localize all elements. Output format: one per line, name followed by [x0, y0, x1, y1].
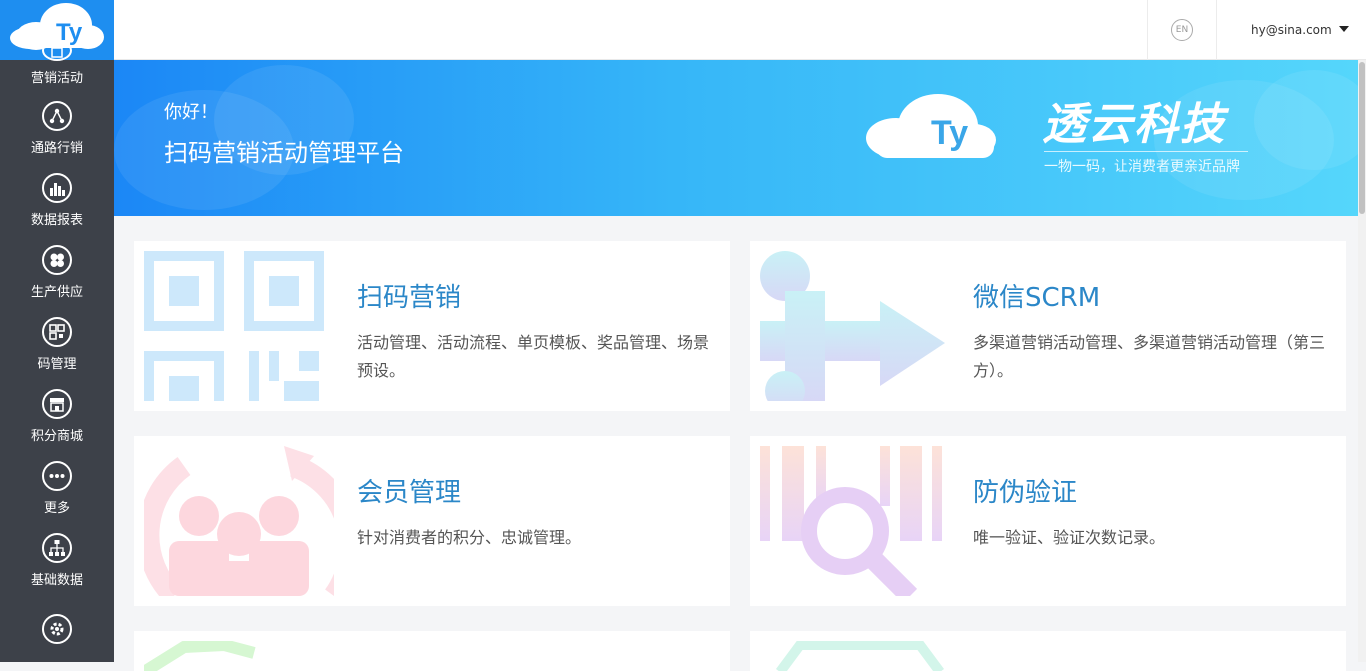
- sidebar-item-label: 营销活动: [30, 71, 83, 86]
- arrow-flow-icon: [760, 251, 945, 401]
- card-description: 多渠道营销活动管理、多渠道营销活动管理（第三方）。: [973, 333, 1326, 380]
- card-partial-right[interactable]: [750, 631, 1346, 671]
- card-title: 微信SCRM: [973, 283, 1101, 313]
- sidebar-item-base-data[interactable]: 基础数据: [0, 524, 114, 596]
- user-menu[interactable]: hy@sina.com: [1251, 0, 1332, 60]
- card-wechat-scrm[interactable]: 微信SCRM 多渠道营销活动管理、多渠道营销活动管理（第三方）。: [750, 241, 1346, 411]
- card-title: 扫码营销: [357, 283, 462, 313]
- sidebar-item-label: 通路行销: [30, 140, 83, 156]
- sidebar-item-label: 更多: [43, 500, 70, 516]
- card-partial-left[interactable]: [134, 631, 730, 671]
- sidebar-item-supply[interactable]: 生产供应: [0, 236, 114, 308]
- more-dots-icon: [42, 460, 72, 491]
- sidebar-item-reports[interactable]: 数据报表: [0, 164, 114, 236]
- chevron-down-icon[interactable]: [1339, 26, 1349, 32]
- members-icon: [144, 446, 334, 596]
- barcode-search-icon: [760, 446, 942, 596]
- sidebar-item-label: 基础数据: [30, 572, 83, 588]
- qrcode-icon: [42, 316, 72, 347]
- brand-slogan: 一物一码，让消费者更亲近品牌: [1044, 151, 1248, 176]
- sidebar-item-more[interactable]: 更多: [0, 452, 114, 524]
- sidebar-item-mall[interactable]: 积分商城: [0, 380, 114, 452]
- brand-name: 透云科技: [1042, 99, 1226, 150]
- welcome-banner: 你好！ 扫码营销活动管理平台 Ty 透云科技 一物一码，让消费者更亲近品牌: [114, 60, 1358, 216]
- bar-chart-icon: [42, 172, 72, 203]
- language-switch[interactable]: EN: [1147, 0, 1217, 60]
- store-icon: [42, 388, 72, 419]
- sidebar-item-label: 数据报表: [30, 212, 83, 228]
- sidebar-item-label: 码管理: [37, 356, 77, 372]
- sidebar-item-channel[interactable]: 通路行销: [0, 92, 114, 164]
- gear-icon: [42, 614, 72, 644]
- sidebar-item-label: 生产供应: [30, 284, 83, 300]
- card-description: 活动管理、活动流程、单页模板、奖品管理、场景预设。: [357, 333, 710, 380]
- sidebar-item-marketing[interactable]: 营销活动: [0, 40, 114, 92]
- supply-icon: [42, 244, 72, 275]
- card-description: 唯一验证、验证次数记录。: [973, 528, 1166, 547]
- scrollbar-thumb[interactable]: [1359, 62, 1365, 214]
- sidebar: Ty 营销活动 通路行销 数据报表 生产供应 码管理 积分商城 更多 基础数据: [0, 0, 114, 662]
- top-bar: EN hy@sina.com: [114, 0, 1366, 60]
- card-partial-icon: [144, 641, 256, 671]
- card-title: 会员管理: [357, 478, 462, 508]
- card-anti-counterfeit[interactable]: 防伪验证 唯一验证、验证次数记录。: [750, 436, 1346, 606]
- brand-cloud-logo-icon: Ty: [866, 94, 996, 158]
- shopping-bag-icon: [42, 40, 72, 61]
- qrcode-icon: [144, 251, 324, 401]
- language-badge: EN: [1171, 19, 1193, 41]
- card-scan-marketing[interactable]: 扫码营销 活动管理、活动流程、单页模板、奖品管理、场景预设。: [134, 241, 730, 411]
- greeting-text: 你好！: [164, 102, 218, 123]
- card-title: 防伪验证: [973, 478, 1078, 508]
- sidebar-item-codes[interactable]: 码管理: [0, 308, 114, 380]
- svg-text:Ty: Ty: [931, 114, 968, 152]
- card-member-management[interactable]: 会员管理 针对消费者的积分、忠诚管理。: [134, 436, 730, 606]
- card-partial-icon: [775, 641, 945, 671]
- sidebar-item-label: 积分商城: [30, 428, 83, 444]
- user-email: hy@sina.com: [1251, 23, 1332, 37]
- sidebar-nav: 营销活动 通路行销 数据报表 生产供应 码管理 积分商城 更多 基础数据: [0, 40, 114, 662]
- platform-title: 扫码营销活动管理平台: [164, 139, 404, 167]
- card-description: 针对消费者的积分、忠诚管理。: [357, 528, 582, 547]
- sidebar-item-settings[interactable]: [0, 596, 114, 662]
- org-chart-icon: [42, 532, 72, 563]
- network-icon: [42, 100, 72, 131]
